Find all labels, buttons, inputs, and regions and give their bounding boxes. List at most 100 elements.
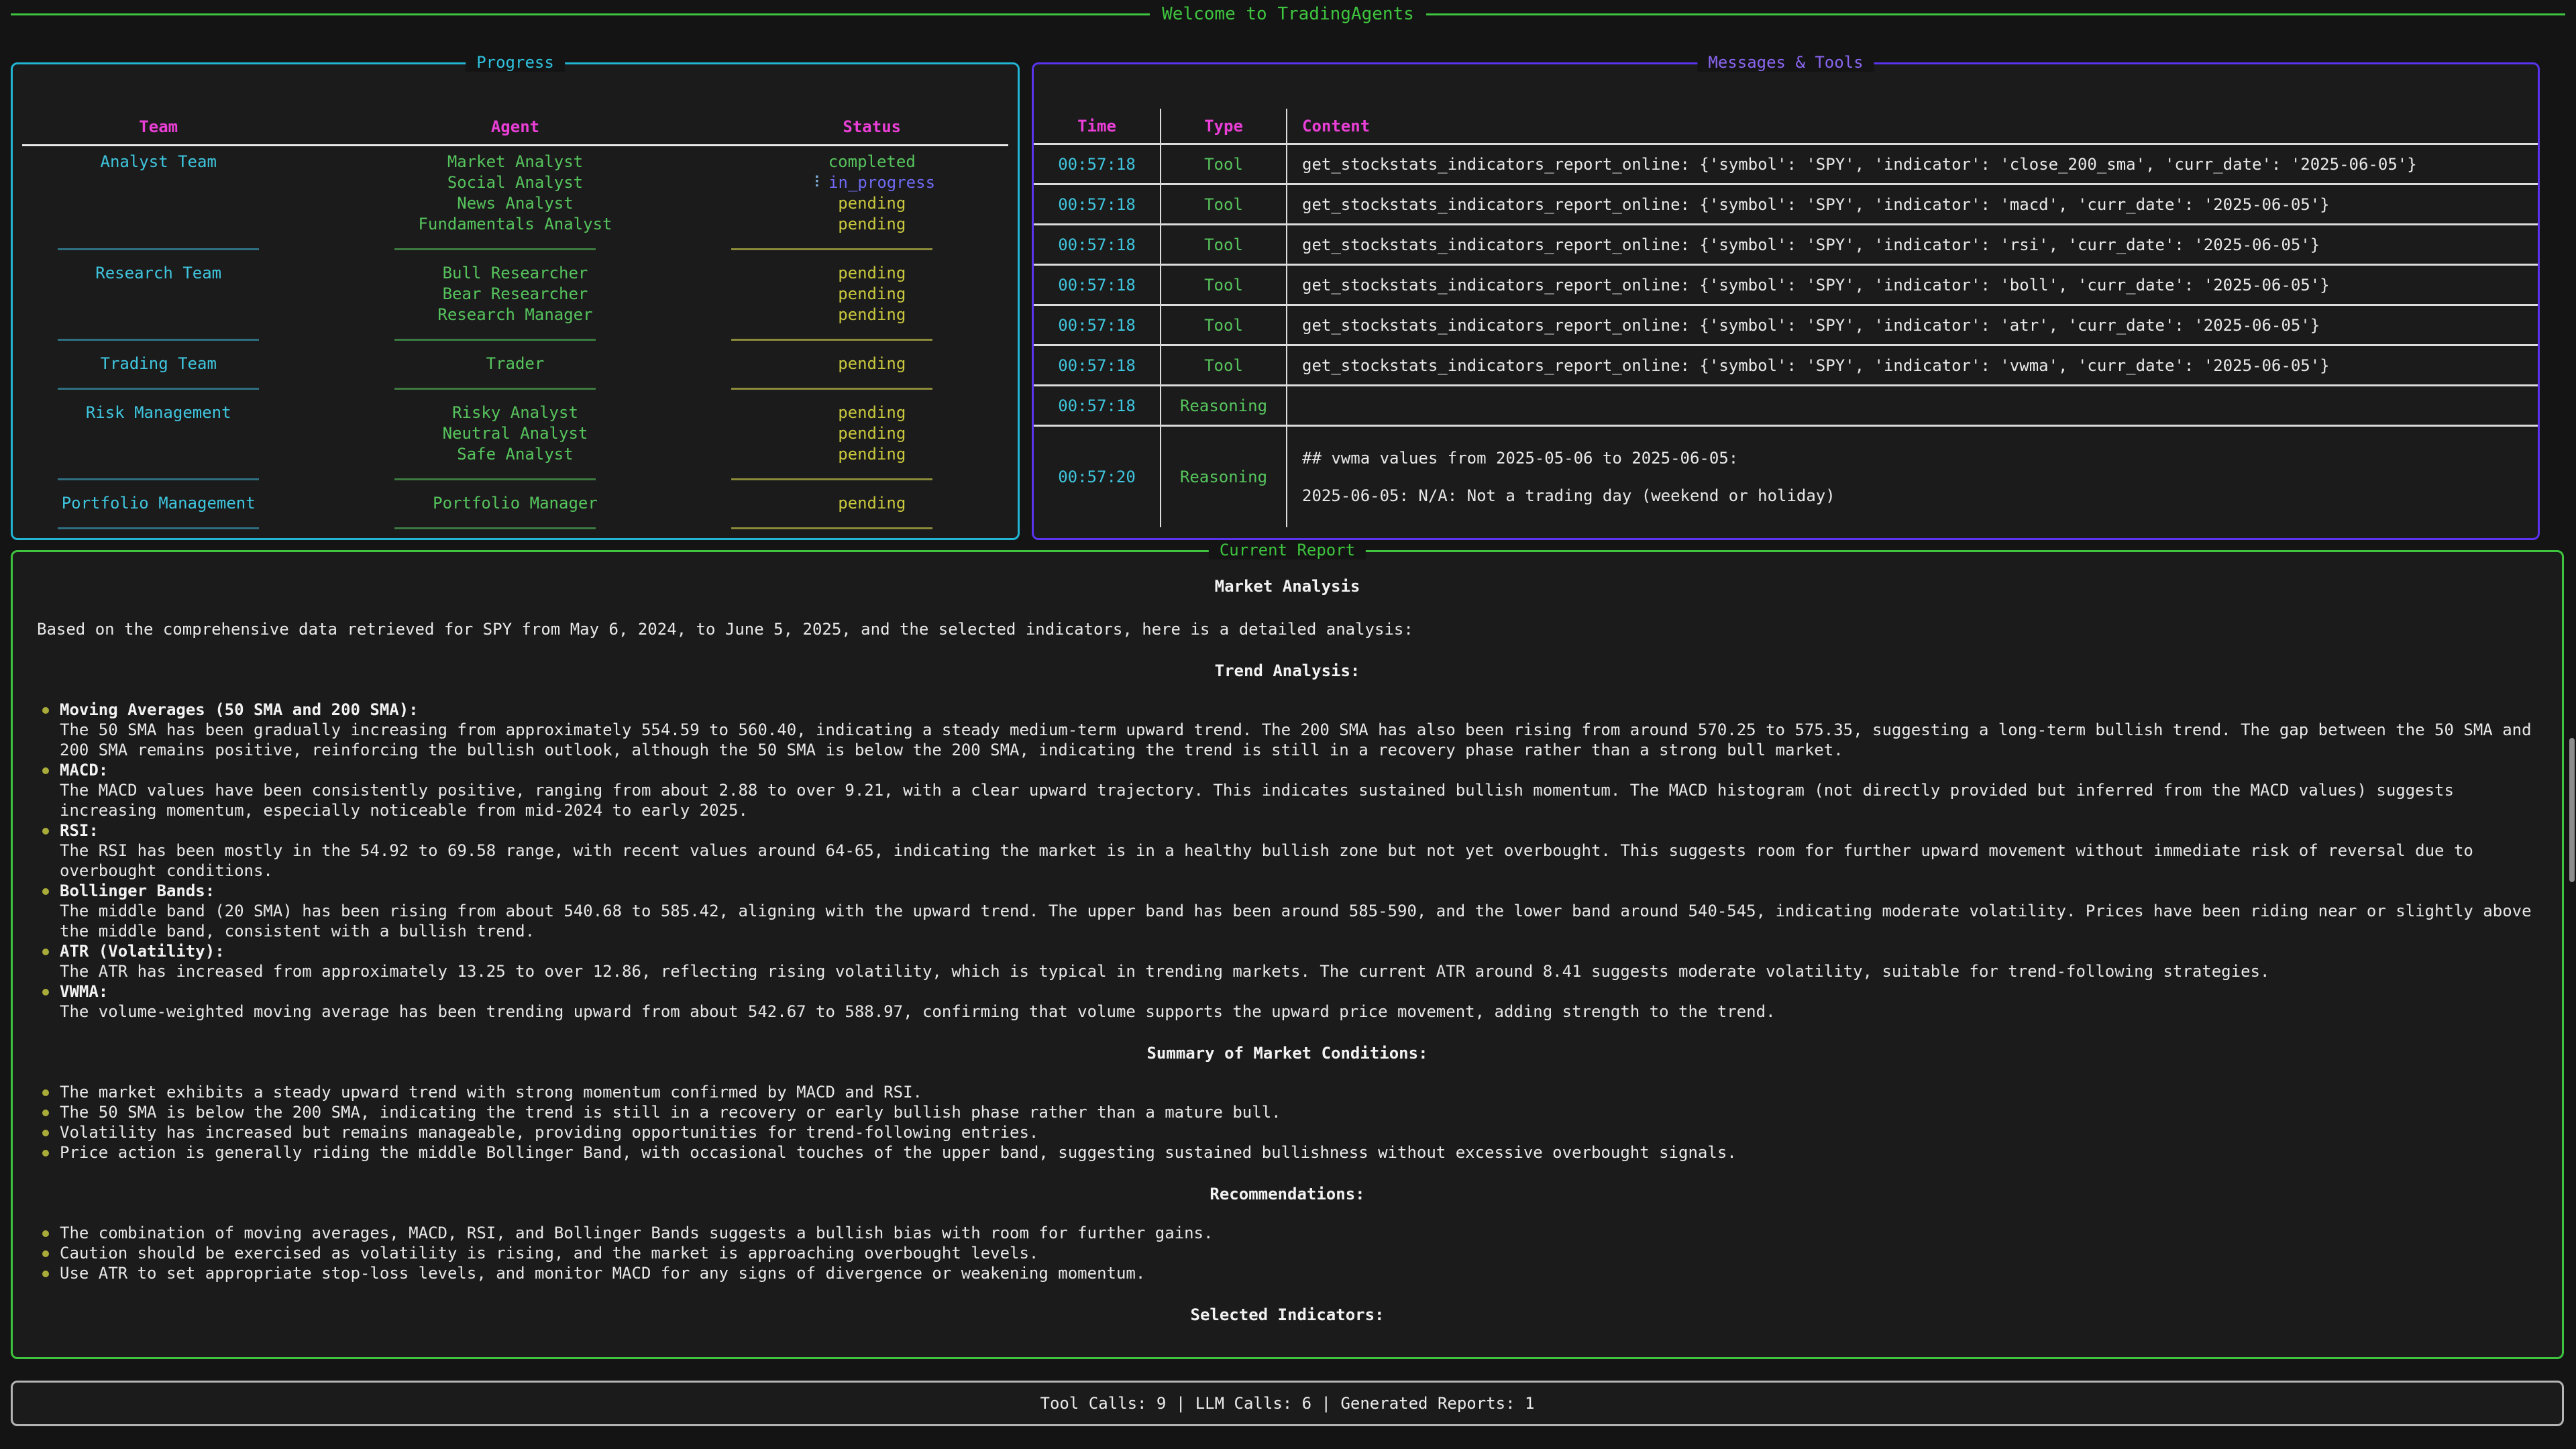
status-badge: completed bbox=[727, 152, 1018, 172]
messages-tools-panel: Messages & Tools Time Type Content 00:57… bbox=[1032, 62, 2540, 540]
separator-team bbox=[58, 339, 259, 341]
message-time: 00:57:18 bbox=[1034, 185, 1161, 223]
message-type: Tool bbox=[1161, 185, 1287, 223]
separator-status bbox=[731, 478, 932, 480]
team-name-empty bbox=[13, 214, 304, 235]
team-name: Risk Management bbox=[13, 402, 304, 423]
status-badge: ⠸ in_progress bbox=[727, 172, 1018, 193]
summary-list: The market exhibits a steady upward tren… bbox=[37, 1082, 2538, 1163]
status-text: in_progress bbox=[828, 173, 935, 192]
separator-team bbox=[58, 248, 259, 250]
separator-team bbox=[58, 388, 259, 390]
rule-line-left bbox=[11, 13, 1150, 15]
scrollbar[interactable] bbox=[2569, 738, 2575, 882]
progress-table: Team Agent Status Analyst Team Market An… bbox=[13, 64, 1018, 542]
message-type: Reasoning bbox=[1161, 386, 1287, 425]
progress-row: Analyst Team Market Analyst completed bbox=[13, 152, 1018, 172]
bullet-body: The 50 SMA is below the 200 SMA, indicat… bbox=[60, 1102, 2538, 1122]
message-content: get_stockstats_indicators_report_online:… bbox=[1287, 266, 2538, 304]
status-badge: pending bbox=[727, 305, 1018, 325]
agent-name: Bull Researcher bbox=[304, 263, 726, 284]
message-content: get_stockstats_indicators_report_online:… bbox=[1287, 346, 2538, 384]
message-content: get_stockstats_indicators_report_online:… bbox=[1287, 306, 2538, 344]
message-row: 00:57:18 Tool get_stockstats_indicators_… bbox=[1034, 346, 2538, 386]
status-badge: pending bbox=[727, 263, 1018, 284]
current-report-panel: Current Report Market Analysis Based on … bbox=[11, 550, 2564, 1359]
progress-row: Portfolio Management Portfolio Manager p… bbox=[13, 493, 1018, 514]
report-body: Market Analysis Based on the comprehensi… bbox=[13, 552, 2562, 1325]
message-row: 00:57:20 Reasoning ## vwma values from 2… bbox=[1034, 427, 2538, 527]
bullet-body: The volume-weighted moving average has b… bbox=[60, 1002, 2538, 1022]
bullet-label: MACD: bbox=[60, 760, 2538, 780]
separator-status bbox=[731, 388, 932, 390]
report-bullet: The market exhibits a steady upward tren… bbox=[37, 1082, 2538, 1102]
separator-team bbox=[58, 478, 259, 480]
section-heading: Trend Analysis: bbox=[37, 661, 2538, 681]
report-bullet: Caution should be exercised as volatilit… bbox=[37, 1243, 2538, 1263]
separator-status bbox=[731, 339, 932, 341]
column-header-agent: Agent bbox=[304, 117, 726, 138]
message-time: 00:57:20 bbox=[1034, 427, 1161, 527]
team-name: Research Team bbox=[13, 263, 304, 284]
message-content bbox=[1287, 386, 2538, 425]
progress-row: Social Analyst ⠸in_progress bbox=[13, 172, 1018, 193]
agent-name: News Analyst bbox=[304, 193, 726, 214]
tradingagents-terminal: Welcome to TradingAgents Progress Team A… bbox=[0, 0, 2576, 1449]
bullet-body: Caution should be exercised as volatilit… bbox=[60, 1243, 2538, 1263]
message-time: 00:57:18 bbox=[1034, 145, 1161, 183]
report-bullet: The combination of moving averages, MACD… bbox=[37, 1223, 2538, 1243]
agent-name: Bear Researcher bbox=[304, 284, 726, 305]
message-type: Tool bbox=[1161, 346, 1287, 384]
progress-table-header: Team Agent Status bbox=[13, 117, 1018, 138]
message-type: Reasoning bbox=[1161, 427, 1287, 527]
group-separator bbox=[13, 465, 1018, 493]
bullet-body: The MACD values have been consistently p… bbox=[60, 780, 2538, 820]
column-header-team: Team bbox=[13, 117, 304, 138]
bullet-body: Use ATR to set appropriate stop-loss lev… bbox=[60, 1263, 2538, 1283]
bullet-body: The market exhibits a steady upward tren… bbox=[60, 1082, 2538, 1102]
bullet-body: The middle band (20 SMA) has been rising… bbox=[60, 901, 2538, 941]
spinner-icon: ⠸ bbox=[809, 173, 821, 192]
report-bullet: Use ATR to set appropriate stop-loss lev… bbox=[37, 1263, 2538, 1283]
report-bullet: MACD: The MACD values have been consiste… bbox=[37, 760, 2538, 820]
bullet-body: The ATR has increased from approximately… bbox=[60, 961, 2538, 981]
group-separator bbox=[13, 325, 1018, 354]
message-row: 00:57:18 Tool get_stockstats_indicators_… bbox=[1034, 266, 2538, 306]
report-bullet: Bollinger Bands: The middle band (20 SMA… bbox=[37, 881, 2538, 941]
progress-row: Neutral Analyst pending bbox=[13, 423, 1018, 444]
message-time: 00:57:18 bbox=[1034, 306, 1161, 344]
progress-row: Risk Management Risky Analyst pending bbox=[13, 402, 1018, 423]
messages-table: Time Type Content 00:57:18 Tool get_stoc… bbox=[1034, 64, 2538, 527]
welcome-title: Welcome to TradingAgents bbox=[1150, 4, 1426, 24]
bullet-label: VWMA: bbox=[60, 981, 2538, 1002]
team-name-empty bbox=[13, 193, 304, 214]
column-header-content: Content bbox=[1287, 109, 2538, 143]
message-content-line: 2025-06-05: N/A: Not a trading day (week… bbox=[1302, 486, 1835, 505]
status-badge: pending bbox=[727, 493, 1018, 514]
message-type: Tool bbox=[1161, 225, 1287, 264]
team-name-empty bbox=[13, 444, 304, 465]
agent-name: Research Manager bbox=[304, 305, 726, 325]
separator-agent bbox=[394, 248, 596, 250]
stats-text: Tool Calls: 9 | LLM Calls: 6 | Generated… bbox=[1040, 1394, 1535, 1413]
group-separator bbox=[13, 514, 1018, 542]
team-name-empty bbox=[13, 172, 304, 193]
status-badge: pending bbox=[727, 284, 1018, 305]
progress-row: Trading Team Trader pending bbox=[13, 354, 1018, 374]
bullet-body: The 50 SMA has been gradually increasing… bbox=[60, 720, 2538, 760]
recommendations-list: The combination of moving averages, MACD… bbox=[37, 1223, 2538, 1283]
message-type: Tool bbox=[1161, 306, 1287, 344]
report-bullet: RSI: The RSI has been mostly in the 54.9… bbox=[37, 820, 2538, 881]
progress-panel-title: Progress bbox=[466, 53, 565, 72]
team-name: Trading Team bbox=[13, 354, 304, 374]
message-time: 00:57:18 bbox=[1034, 225, 1161, 264]
bullet-body: The RSI has been mostly in the 54.92 to … bbox=[60, 841, 2538, 881]
progress-row: News Analyst pending bbox=[13, 193, 1018, 214]
separator-agent bbox=[394, 388, 596, 390]
team-name: Analyst Team bbox=[13, 152, 304, 172]
section-heading: Recommendations: bbox=[37, 1184, 2538, 1204]
message-content: ## vwma values from 2025-05-06 to 2025-0… bbox=[1287, 427, 2538, 527]
message-content: get_stockstats_indicators_report_online:… bbox=[1287, 145, 2538, 183]
separator-agent bbox=[394, 527, 596, 529]
bullet-body: The combination of moving averages, MACD… bbox=[60, 1223, 2538, 1243]
